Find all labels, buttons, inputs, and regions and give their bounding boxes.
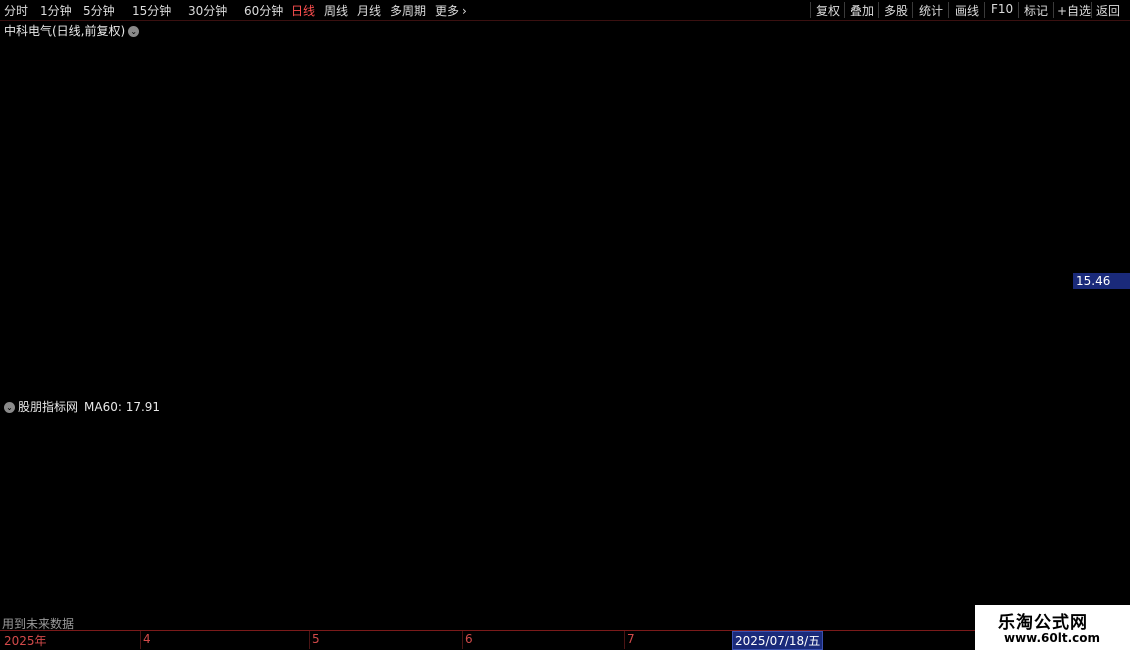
time-label-apr: 4 bbox=[143, 632, 151, 646]
date-tooltip: 2025/07/18/五 bbox=[732, 631, 824, 650]
time-axis: 2025年 4 5 6 7 8 bbox=[0, 630, 975, 649]
time-label-jun: 6 bbox=[465, 632, 473, 646]
watermark-title: 乐淘公式网 bbox=[998, 613, 1088, 633]
watermark-url: www.60lt.com bbox=[1004, 631, 1101, 645]
current-price-badge: 15.46 bbox=[1073, 273, 1130, 289]
time-label-jul: 7 bbox=[627, 632, 635, 646]
kline-chart[interactable] bbox=[0, 0, 1130, 650]
time-label-may: 5 bbox=[312, 632, 320, 646]
time-label-year: 2025年 bbox=[4, 634, 47, 648]
